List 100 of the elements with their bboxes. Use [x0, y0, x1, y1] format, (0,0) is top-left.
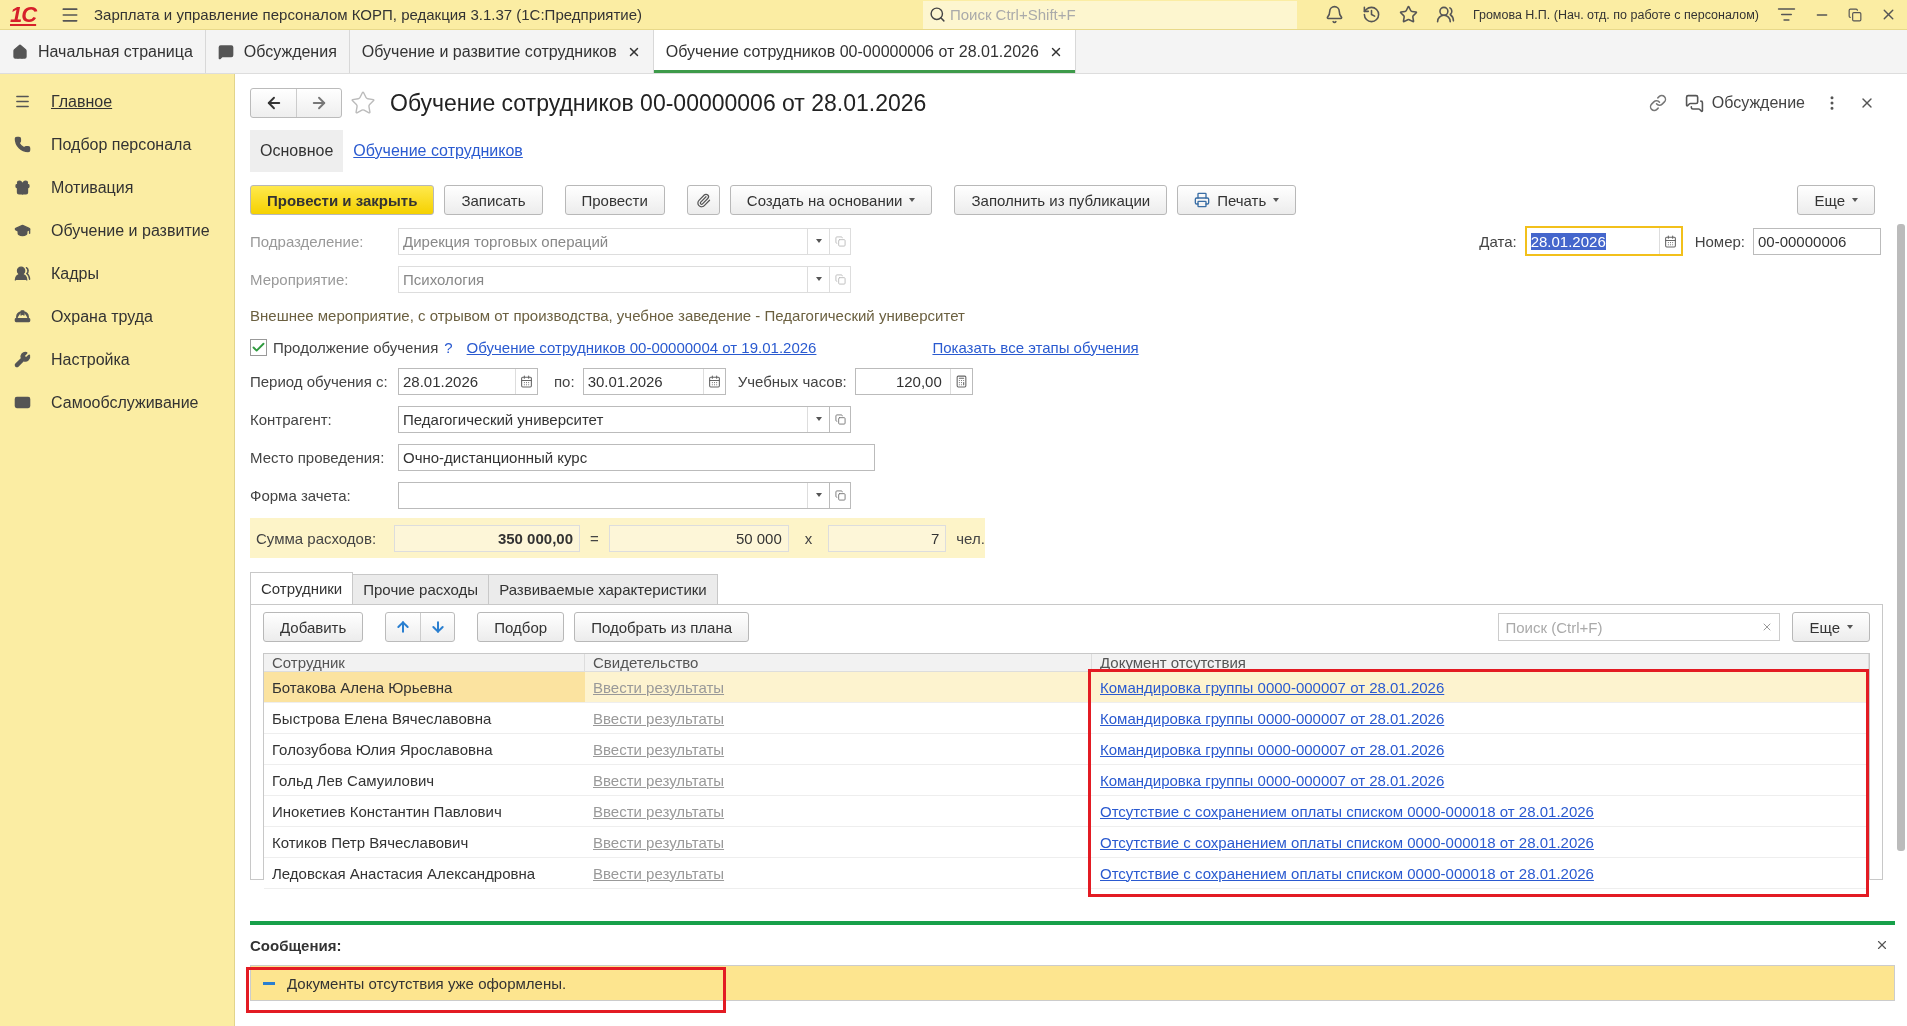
- link[interactable]: Командировка группы 0000-000007 от 28.01.2026: [1100, 771, 1445, 789]
- field-label: Сумма расходов:: [256, 529, 378, 547]
- caret-icon: [1847, 625, 1853, 629]
- menu-icon[interactable]: [1777, 5, 1796, 24]
- create-based-button[interactable]: Создать на основании: [729, 185, 933, 215]
- hours-field[interactable]: 120,00: [854, 367, 973, 395]
- column-header[interactable]: Сотрудник: [264, 654, 585, 671]
- attach-button[interactable]: [686, 185, 720, 215]
- app-title: Зарплата и управление персоналом КОРП, редакция 3.1.37 (1С:Предприятие): [94, 6, 643, 23]
- link[interactable]: Отсутствие с сохранением оплаты списком 0000-000018 от 28.01.2026: [1100, 864, 1594, 882]
- select-field[interactable]: Педагогический университет: [398, 405, 830, 433]
- total-field: 350 000,00: [394, 524, 580, 552]
- table-cell-text: Гольд Лев Самуилович: [271, 770, 436, 791]
- field-label: по:: [554, 372, 575, 390]
- star-icon[interactable]: [350, 90, 376, 116]
- sidebar-item[interactable]: Охрана труда: [0, 295, 234, 338]
- column-header[interactable]: Свидетельство: [585, 654, 1092, 671]
- close-icon[interactable]: [1875, 938, 1889, 952]
- link[interactable]: Обучение сотрудников 00-00000004 от 19.01.2026: [466, 338, 817, 356]
- table-cell-text: Быстрова Елена Вячеславовна: [271, 708, 493, 729]
- printer-icon: [1194, 192, 1211, 208]
- table-tab[interactable]: Развиваемые характеристики: [488, 574, 718, 604]
- toolbar-button[interactable]: Записать: [444, 185, 543, 215]
- select-field[interactable]: [398, 481, 830, 509]
- link[interactable]: Командировка группы 0000-000007 от 28.01.2026: [1100, 709, 1445, 727]
- add-button[interactable]: Добавить: [263, 612, 364, 642]
- link[interactable]: Отсутствие с сохранением оплаты списком 0000-000018 от 28.01.2026: [1100, 833, 1594, 851]
- date-field[interactable]: 28.01.2026: [398, 367, 538, 395]
- calendar-icon: [1663, 234, 1677, 248]
- link[interactable]: Командировка группы 0000-000007 от 28.01.2026: [1100, 740, 1445, 758]
- table-cell: Ботакова Алена Юрьевна: [264, 672, 585, 702]
- field-label: Период обучения с:: [250, 372, 389, 390]
- restore-icon[interactable]: [1848, 7, 1862, 22]
- input-field[interactable]: Очно-дистанционный курс: [398, 443, 875, 471]
- sidebar-item[interactable]: Кадры: [0, 252, 234, 295]
- toolbar-button[interactable]: Провести: [564, 185, 665, 215]
- scrollbar[interactable]: [1897, 224, 1905, 851]
- sidebar-item[interactable]: Обучение и развитие: [0, 209, 234, 252]
- message-text: Документы отсутствия уже оформлены.: [287, 974, 567, 992]
- copy-icon: [834, 273, 846, 285]
- people-icon: [14, 265, 31, 282]
- sidebar-item[interactable]: Мотивация: [0, 166, 234, 209]
- link-icon[interactable]: [1648, 94, 1667, 112]
- gift-icon: [14, 179, 31, 196]
- sidebar-item[interactable]: Настройка: [0, 338, 234, 381]
- event-description: Внешнее мероприятие, с отрывом от производства, учебное заведение - Педагогический университет: [250, 306, 965, 324]
- sidebar-item[interactable]: Самообслуживание: [0, 381, 234, 424]
- history-icon[interactable]: [1361, 5, 1381, 24]
- table-cell-text: Голозубова Юлия Ярославовна: [271, 739, 494, 760]
- table-cell-text: Ледовская Анастасия Александровна: [271, 863, 537, 884]
- discussion-button[interactable]: Обсуждение: [1684, 93, 1805, 113]
- times-sign: x: [804, 529, 813, 547]
- star-icon[interactable]: [1398, 5, 1418, 24]
- field-label: Подразделение:: [250, 232, 365, 250]
- arrow-right-icon: [310, 94, 328, 112]
- column-header[interactable]: Документ отсутствия: [1092, 654, 1869, 671]
- form-title: Обучение сотрудников 00-00000006 от 28.01.2026: [390, 89, 927, 117]
- search-icon: [928, 6, 946, 23]
- minus-icon: [263, 981, 275, 985]
- paperclip-icon: [695, 192, 711, 208]
- link[interactable]: Командировка группы 0000-000007 от 28.01.2026: [1100, 678, 1445, 696]
- bell-icon[interactable]: [1324, 5, 1344, 24]
- more-button[interactable]: Еще: [1797, 185, 1875, 215]
- sidebar-item[interactable]: Подбор персонала: [0, 123, 234, 166]
- logo: 1С: [10, 1, 38, 28]
- user-name[interactable]: Громова Н.П. (Нач. отд. по работе с персоналом): [1472, 7, 1759, 22]
- wrench-icon: [14, 351, 31, 368]
- field-label: Учебных часов:: [737, 372, 847, 390]
- phone-icon: [14, 136, 31, 153]
- count-field: 7: [828, 524, 947, 552]
- field-label: Номер:: [1694, 232, 1745, 250]
- calendar-icon: [520, 374, 533, 388]
- pick-button[interactable]: Подбор: [477, 612, 565, 642]
- more-button[interactable]: Еще: [1792, 612, 1870, 642]
- link[interactable]: Отсутствие с сохранением оплаты списком 0000-000018 от 28.01.2026: [1100, 802, 1594, 820]
- window-tab[interactable]: Обучение сотрудников 00-00000006 от 28.01.2026: [653, 30, 1076, 73]
- help-link[interactable]: ?: [444, 338, 453, 356]
- table-cell-text: Котиков Петр Вячеславович: [271, 832, 470, 853]
- caret-icon: [815, 239, 822, 243]
- sidebar-item[interactable]: Главное: [0, 80, 234, 123]
- date-field[interactable]: 28.01.2026: [1524, 226, 1683, 256]
- table-tab[interactable]: Сотрудники: [250, 572, 354, 604]
- section-tab[interactable]: Обучение сотрудников: [343, 130, 533, 172]
- link[interactable]: Показать все этапы обучения: [932, 338, 1139, 356]
- print-button[interactable]: Печать: [1177, 185, 1297, 215]
- field-label: Контрагент:: [250, 410, 333, 428]
- section-tab[interactable]: Основное: [250, 130, 344, 172]
- toolbar-button[interactable]: Заполнить из публикации: [954, 185, 1168, 215]
- caret-icon: [815, 493, 822, 497]
- calculator-icon: [954, 374, 968, 388]
- checkbox[interactable]: [250, 338, 267, 356]
- table-tab[interactable]: Прочие расходы: [352, 574, 490, 604]
- pick-plan-button[interactable]: Подобрать из плана: [574, 612, 750, 642]
- equals-sign: =: [590, 529, 599, 547]
- calendar-icon: [707, 374, 721, 388]
- post-close-button[interactable]: Провести и закрыть: [250, 185, 435, 215]
- people-icon[interactable]: [1435, 5, 1455, 24]
- date-field[interactable]: 30.01.2026: [582, 367, 726, 395]
- table-row[interactable]: Ботакова Алена Юрьевна Ввести результаты Командировка группы 0000-000007 от 28.01.2026: [264, 672, 1869, 703]
- number-field[interactable]: 00-00000006: [1753, 227, 1881, 255]
